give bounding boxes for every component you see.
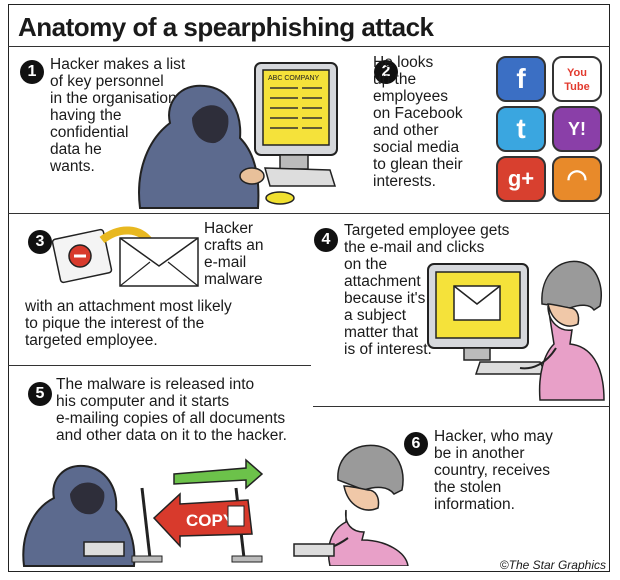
rss-icon: ◠ xyxy=(552,156,602,202)
step-2-text: He looks up the employees on Facebook an… xyxy=(373,54,463,190)
step-5-text: The malware is released into his compute… xyxy=(56,376,287,444)
step-3-text-b: with an attachment most likely to pique … xyxy=(25,298,232,349)
screen-label: ABC COMPANY xyxy=(268,75,320,82)
data-exfiltration-illustration: COPY xyxy=(22,458,264,567)
googleplus-icon: g+ xyxy=(496,156,546,202)
employee-at-desk-illustration xyxy=(293,444,409,566)
youtube-icon: You Tube xyxy=(552,56,602,102)
employee-opening-email-illustration xyxy=(427,260,605,401)
malware-email-illustration xyxy=(51,226,199,287)
facebook-icon: f xyxy=(496,56,546,102)
divider-top xyxy=(8,46,610,47)
credit-text: ©The Star Graphics xyxy=(499,558,606,572)
divider-row2-left xyxy=(8,365,311,366)
step-1-number: 1 xyxy=(20,60,44,84)
page-title: Anatomy of a spearphishing attack xyxy=(18,12,434,42)
step-3-number: 3 xyxy=(28,230,52,254)
step-4-number: 4 xyxy=(314,228,338,252)
step-5-number: 5 xyxy=(28,382,52,406)
divider-row2-right xyxy=(313,406,610,407)
step-3-text-a: Hacker crafts an e-mail malware xyxy=(204,220,264,288)
yahoo-icon: Y! xyxy=(552,106,602,152)
step-6-text: Hacker, who may be in another country, r… xyxy=(434,428,553,513)
hacker-at-computer-illustration: ABC COMPANY xyxy=(138,62,338,209)
twitter-icon: t xyxy=(496,106,546,152)
